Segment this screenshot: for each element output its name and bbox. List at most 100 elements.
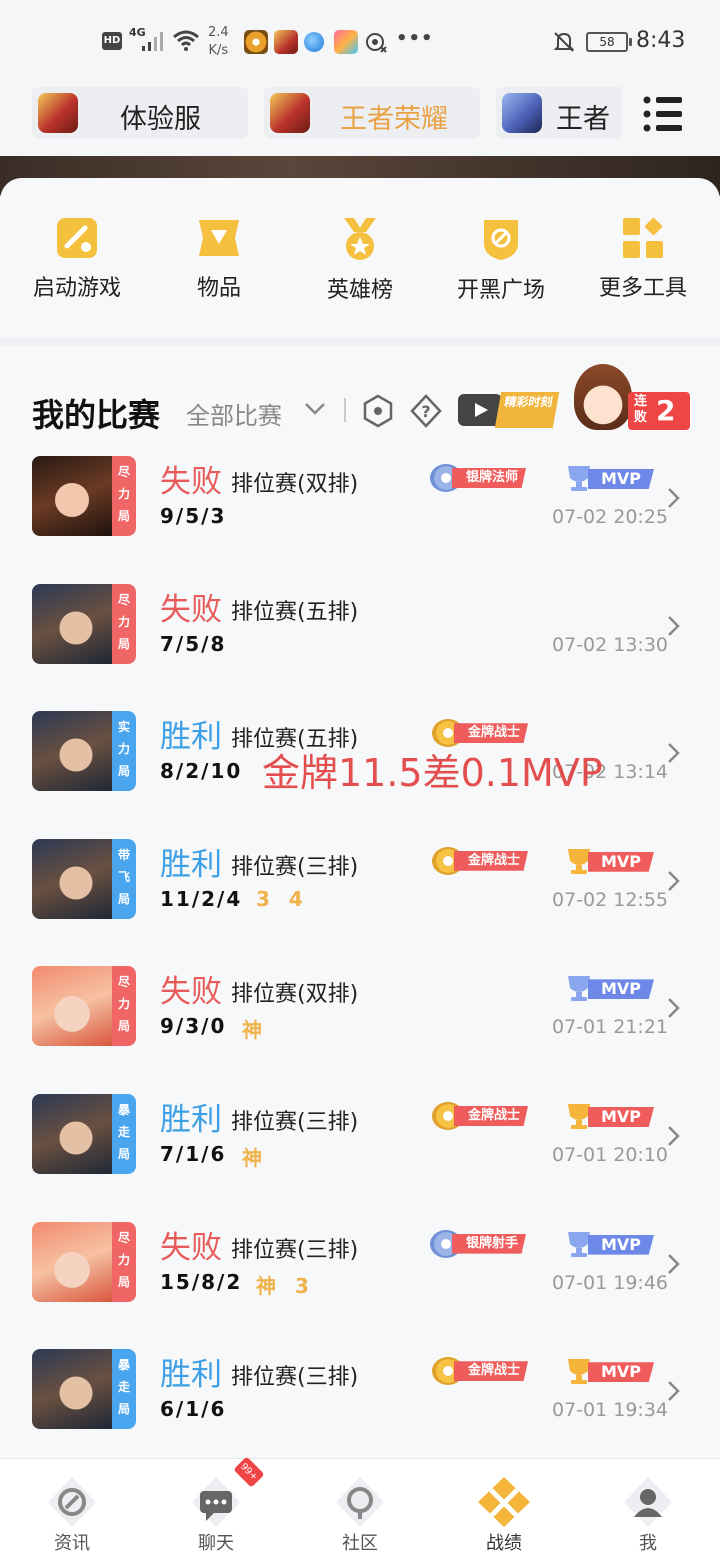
hero-rank-icon (344, 218, 376, 260)
streak-label: 连败 (634, 394, 648, 425)
clock: 8:43 (636, 28, 686, 53)
game-icon (502, 93, 542, 133)
game-tab-wzry[interactable]: 王者荣耀 (264, 87, 480, 139)
nav-chat[interactable]: 99+ 聊天 (144, 1456, 288, 1560)
medal-label: 金牌战士 (454, 1106, 529, 1126)
mascot-avatar (574, 364, 632, 430)
news-icon (48, 1477, 96, 1527)
network-speed: 2.4 K/s (208, 25, 229, 58)
performance-tag: 实力局 (112, 711, 136, 792)
mvp-label: MVP (588, 1362, 654, 1383)
match-row[interactable]: 尽力局失败 排位赛(五排) 7/5/8 07-02 13:30 (0, 583, 720, 712)
game-tab-other[interactable]: 王者 (496, 87, 636, 139)
more-notifications: ••• (396, 28, 434, 49)
game-tab-trial[interactable]: 体验服 (32, 87, 248, 139)
mvp-badge: MVP (562, 1357, 658, 1385)
app-screen: { "status_bar": { "hd": "HD", "network":… (0, 0, 720, 1560)
menu-button[interactable] (622, 84, 720, 156)
tool-label: 英雄榜 (326, 278, 393, 303)
performance-tag: 尽力局 (112, 583, 136, 664)
hd-indicator: HD (102, 32, 122, 50)
app-icon-2 (274, 30, 298, 54)
performance-tag: 尽力局 (112, 1221, 136, 1302)
record-icon (478, 1477, 530, 1527)
mvp-badge: MVP (562, 974, 658, 1002)
menu-icon (643, 96, 682, 132)
match-time: 07-01 19:46 (552, 1271, 669, 1294)
match-row[interactable]: 暴走局胜利 排位赛(三排) 7/1/6 神 07-01 20:10 金牌战士 MVP (0, 1094, 720, 1222)
mvp-label: MVP (588, 1107, 654, 1127)
community-icon (336, 1477, 384, 1527)
chevron-right-icon (668, 1253, 680, 1274)
hero-portrait (32, 1221, 112, 1302)
app-icon-4 (334, 30, 358, 54)
mvp-badge: MVP (562, 1102, 658, 1130)
match-filter-dropdown[interactable]: 全部比赛 (186, 396, 282, 431)
match-kda: 7/1/6 (160, 1142, 227, 1166)
mvp-label: MVP (588, 1234, 654, 1255)
app-icon-5 (366, 33, 387, 53)
mvp-badge: MVP (562, 464, 658, 492)
tool-label: 开黑广场 (456, 278, 545, 303)
nav-label: 战绩 (486, 1533, 522, 1554)
match-time: 07-01 20:10 (552, 1144, 669, 1166)
section-divider (0, 338, 720, 346)
tool-items[interactable]: 物品 (149, 216, 289, 302)
tool-label: 启动游戏 (32, 276, 121, 301)
match-mode: 排位赛(三排) (231, 1110, 359, 1135)
match-result: 失败 (160, 1229, 222, 1266)
match-row[interactable]: 带飞局胜利 排位赛(三排) 11/2/4 3 4 07-02 12:55 金牌战士 MVP (0, 838, 720, 967)
launch-game-icon (57, 218, 97, 258)
hero-portrait (32, 583, 112, 664)
mvp-badge: MVP (562, 1230, 658, 1258)
hero-avatar: 暴走局 (32, 1094, 136, 1174)
match-kda: 7/5/8 (160, 631, 227, 656)
nav-label: 聊天 (198, 1533, 234, 1554)
bottom-nav: 资讯 99+ 聊天 社区 战绩 我 (0, 1456, 720, 1560)
match-result: 胜利 (160, 1357, 222, 1394)
bell-muted-icon (553, 32, 575, 52)
chevron-right-icon (668, 615, 680, 636)
chevron-right-icon (668, 998, 680, 1019)
performance-tag: 暴走局 (112, 1094, 136, 1174)
tool-row: 启动游戏 物品 英雄榜 开黑广场 更多工具 (0, 178, 720, 338)
match-time: 07-02 12:55 (552, 888, 669, 911)
help-icon[interactable]: ? (410, 394, 442, 428)
performance-tag: 暴走局 (112, 1349, 136, 1430)
tool-team-square[interactable]: 开黑广场 (431, 216, 571, 304)
match-time: 07-01 19:34 (552, 1399, 669, 1422)
match-row[interactable]: 尽力局失败 排位赛(三排) 15/8/2 神 3 07-01 19:46 银牌射手 MVP (0, 1221, 720, 1350)
game-icon (38, 93, 78, 133)
medal-label: 金牌战士 (454, 723, 529, 744)
match-result: 胜利 (160, 719, 222, 756)
streak-box: 连败 2 (628, 392, 690, 430)
game-tab-bar: 体验服 王者荣耀 王者 (0, 84, 720, 156)
tool-hero-rank[interactable]: 英雄榜 (290, 216, 430, 304)
match-row[interactable]: 尽力局失败 排位赛(双排) 9/3/0 神 07-01 21:21 MVP (0, 966, 720, 1094)
hero-avatar: 尽力局 (32, 966, 136, 1047)
match-time: 07-02 20:25 (552, 506, 669, 528)
app-icon-3 (304, 32, 324, 52)
nav-community[interactable]: 社区 (288, 1459, 432, 1560)
match-extra-marks: 神 (242, 1018, 268, 1043)
app-icon-1 (244, 30, 268, 54)
match-result: 失败 (160, 464, 222, 500)
chevron-right-icon (668, 743, 680, 764)
hero-avatar: 尽力局 (32, 1221, 136, 1302)
tool-more-tools[interactable]: 更多工具 (573, 216, 713, 302)
chat-icon (192, 1477, 240, 1527)
tool-launch-game[interactable]: 启动游戏 (7, 216, 147, 302)
hero-portrait (32, 456, 112, 536)
nav-news[interactable]: 资讯 (0, 1459, 144, 1560)
match-row[interactable]: 尽力局失败 排位赛(双排) 9/5/3 07-02 20:25 银牌法师 MVP (0, 456, 720, 584)
header-separator (344, 398, 346, 422)
nav-profile[interactable]: 我 (576, 1459, 720, 1560)
mvp-label: MVP (588, 851, 654, 872)
overlay-annotation: 金牌11.5差0.1MVP (262, 751, 603, 795)
nav-record[interactable]: 战绩 (432, 1459, 576, 1560)
match-result: 胜利 (160, 1102, 222, 1138)
match-kda: 9/5/3 (160, 504, 227, 528)
highlight-moments-button[interactable]: 精彩时刻 (458, 390, 560, 430)
hero-avatar: 尽力局 (32, 583, 136, 664)
settings-hex-icon[interactable] (362, 394, 394, 428)
